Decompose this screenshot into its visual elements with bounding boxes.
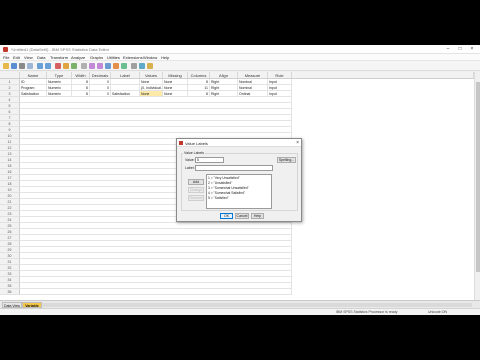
dialog-recall-icon[interactable] [27,63,33,69]
menu-file[interactable]: File [3,55,9,60]
view-tabs: Data View Variable View [0,300,480,314]
spss-window: *Untitled1 [DataSet0] - IBM SPSS Statist… [0,45,480,315]
menu-edit[interactable]: Edit [13,55,20,60]
col-header-missing[interactable]: Missing [163,72,188,79]
split-file-icon[interactable] [105,63,111,69]
menu-graphs[interactable]: Graphs [90,55,103,60]
close-icon[interactable]: × [467,46,477,53]
minimize-icon[interactable]: – [443,46,453,53]
menu-window[interactable]: Window [143,55,157,60]
menu-analyze[interactable]: Analyze [71,55,85,60]
menu-view[interactable]: View [24,55,33,60]
open-folder-icon[interactable] [3,63,9,69]
select-cases-icon[interactable] [121,63,127,69]
col-header-empty [292,72,474,79]
spelling-icon[interactable] [147,63,153,69]
use-sets-icon[interactable] [139,63,145,69]
col-header-name[interactable]: Name [20,72,47,79]
title-bar: *Untitled1 [DataSet0] - IBM SPSS Statist… [0,45,480,54]
menu-transform[interactable]: Transform [50,55,68,60]
col-header-role[interactable]: Role [268,72,292,79]
ok-button[interactable]: OK [220,213,233,219]
label-input[interactable] [195,165,273,171]
corner-header [0,72,20,79]
goto-case-icon[interactable] [55,63,61,69]
vertical-scroll-thumb[interactable] [476,82,480,272]
undo-icon[interactable] [37,63,43,69]
remove-button[interactable]: Remove [188,195,204,201]
add-button[interactable]: Add [188,179,204,185]
toolbar [0,61,480,71]
maximize-icon[interactable]: □ [455,46,465,53]
window-title: *Untitled1 [DataSet0] - IBM SPSS Statist… [11,47,110,52]
dialog-title-bar: Value Labels × [177,139,301,147]
menu-help[interactable]: Help [161,55,169,60]
cancel-button[interactable]: Cancel [235,213,249,219]
spelling-button[interactable]: Spelling... [277,157,296,163]
value-labels-list[interactable]: 1 = "Very Unsatisfied" 2 = "Unsatisfied"… [206,174,272,209]
dialog-app-icon [179,141,183,145]
vertical-scrollbar[interactable] [474,72,480,300]
dialog-title: Value Labels [185,141,208,146]
insert-variable-icon[interactable] [97,63,103,69]
col-header-label[interactable]: Label [111,72,140,79]
menu-data[interactable]: Data [37,55,45,60]
label-label: Label: [185,166,195,170]
menu-extensions[interactable]: Extensions [123,55,143,60]
row-header[interactable]: 36 [0,289,20,295]
horizontal-scrollbar[interactable] [42,303,472,307]
change-button[interactable]: Change [188,187,204,193]
col-header-decimals[interactable]: Decimals [90,72,111,79]
find-icon[interactable] [81,63,87,69]
value-labels-dialog: Value Labels × Value Labels Value: 5 Spe… [176,138,302,222]
col-header-values[interactable]: Values [140,72,163,79]
status-bar: IBM SPSS Statistics Processor is ready U… [0,308,480,315]
variables-icon[interactable] [71,63,77,69]
help-button[interactable]: Help [251,213,264,219]
goto-variable-icon[interactable] [63,63,69,69]
menu-bar: File Edit View Data Transform Analyze Gr… [0,54,480,61]
menu-utilities[interactable]: Utilities [107,55,120,60]
redo-icon[interactable] [45,63,51,69]
col-header-measure[interactable]: Measure [238,72,268,79]
value-labels-icon[interactable] [131,63,137,69]
value-input[interactable]: 5 [195,157,224,163]
weight-cases-icon[interactable] [113,63,119,69]
spss-app-icon [3,47,8,52]
processor-status: IBM SPSS Statistics Processor is ready [336,310,398,314]
col-header-align[interactable]: Align [210,72,238,79]
encoding-status: Unicode:ON [428,310,448,314]
value-label: Value: [185,158,195,162]
empty-row[interactable] [20,289,292,295]
dialog-close-icon[interactable]: × [296,140,299,146]
insert-cases-icon[interactable] [89,63,95,69]
list-item[interactable]: 5 = "Satisfied" [208,196,229,201]
save-icon[interactable] [11,63,17,69]
col-header-width[interactable]: Width [72,72,90,79]
col-header-type[interactable]: Type [47,72,72,79]
group-label: Value Labels [183,151,205,155]
print-icon[interactable] [19,63,25,69]
col-header-columns[interactable]: Columns [188,72,210,79]
